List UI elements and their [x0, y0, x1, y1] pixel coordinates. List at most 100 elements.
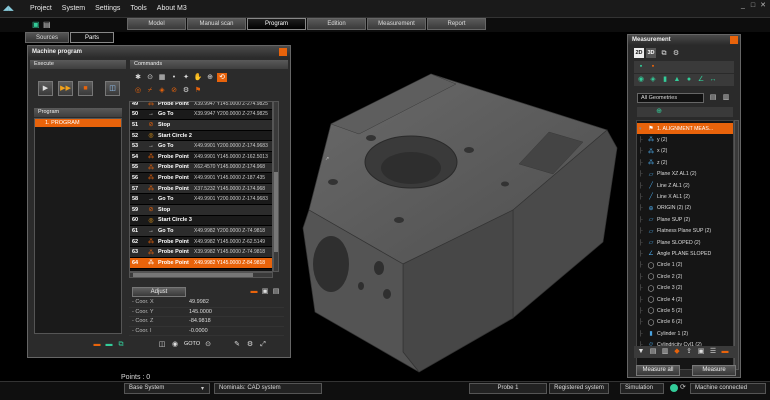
camera-icon[interactable]: ◫ [105, 81, 120, 96]
copy-program-icon[interactable]: ⧉ [116, 340, 126, 349]
sphere-geom-icon[interactable]: ● [684, 75, 694, 84]
command-row[interactable]: 51 ⊘ Stop [130, 120, 272, 131]
command-row[interactable]: 60 ◎ Start Circle 3 [130, 215, 272, 227]
print-icon[interactable]: ▣ [696, 347, 706, 356]
geometry-item[interactable]: ├ ⁂ y (2) [637, 134, 733, 145]
menu-system[interactable]: System [62, 5, 85, 12]
geometry-item[interactable]: ├ ⁂ x (2) [637, 146, 733, 157]
tab-measurement[interactable]: Measurement [367, 18, 426, 30]
edit-icon[interactable]: ✎ [232, 340, 242, 349]
panel-close-icon[interactable] [279, 48, 287, 56]
minimize-button[interactable]: _ [738, 1, 748, 10]
subtab-parts[interactable]: Parts [70, 32, 114, 43]
simulation-select[interactable]: Simulation [620, 383, 664, 394]
measure-all-button[interactable]: Measure all [636, 365, 680, 376]
geometry-item[interactable]: ├ ◯ Circle 5 (2) [637, 305, 733, 316]
target-tool-icon[interactable]: ⊕ [205, 73, 215, 82]
measurement-close-icon[interactable] [730, 36, 738, 44]
menu-settings[interactable]: Settings [95, 5, 120, 12]
delete-icon[interactable]: ▬ [720, 347, 730, 356]
close-button[interactable]: ✕ [758, 1, 768, 10]
distance-geom-icon[interactable]: ↔ [708, 75, 718, 84]
geometry-item[interactable]: ├ ▱ Flatness Plane SUP (2) [637, 226, 733, 237]
command-scrollbar[interactable] [273, 101, 279, 272]
geometry-item[interactable]: ├ ◯ Circle 1 (2) [637, 260, 733, 271]
geometry-item[interactable]: ├ ╱ Line X AL1 (2) [637, 191, 733, 202]
probe-tool-icon[interactable]: ✱ [133, 73, 143, 82]
geometry-item[interactable]: ├ ⊕ ORIGIN (2) (2) [637, 203, 733, 214]
delete-program-icon[interactable]: ▬ [92, 340, 102, 349]
filter-icon[interactable]: ▤ [708, 93, 718, 102]
adjust-button[interactable]: Adjust [132, 287, 186, 297]
tab-program[interactable]: Program [247, 18, 306, 30]
geometry-item[interactable]: ▾ ⚑ 1. ALIGNMENT MEAS... [637, 123, 733, 134]
add-program-icon[interactable]: ▬ [104, 340, 114, 349]
settings-icon[interactable]: ⚙ [671, 49, 681, 58]
menu-about[interactable]: About M3 [157, 5, 187, 12]
program-item[interactable]: 1. PROGRAM [35, 119, 121, 127]
maximize-button[interactable]: □ [748, 1, 758, 10]
circle-cmd-icon[interactable]: ◎ [133, 86, 143, 95]
coord-value[interactable]: 145.0000 [187, 308, 212, 317]
geometry-item[interactable]: ├ ⁂ z (2) [637, 157, 733, 168]
remove-icon[interactable]: ▬ [249, 287, 259, 296]
chevron-down-icon[interactable]: ▾ [201, 385, 209, 393]
coord-value[interactable]: -0.0000 [187, 327, 208, 336]
refresh-icon[interactable]: ⟳ [680, 384, 688, 392]
lock-icon[interactable]: ▤ [43, 20, 52, 29]
geometry-item[interactable]: ├ ▱ Plane XZ AL1 (2) [637, 169, 733, 180]
subtab-sources[interactable]: Sources [25, 32, 69, 43]
goto-target-icon[interactable]: ⊙ [203, 340, 213, 349]
command-row[interactable]: 53 → Go To X49.9901 Y200.0000 Z-174.9683 [130, 141, 272, 152]
camera-small-icon[interactable]: ◫ [157, 340, 167, 349]
command-row[interactable]: 57 ⁂ Probe Point X37.5232 Y145.0000 Z-174.9… [130, 183, 272, 195]
tab-model[interactable]: Model [127, 18, 186, 30]
coord-value[interactable]: 49.9982 [187, 298, 209, 307]
command-row[interactable]: 49 ⁂ Probe Point X39.9947 Y145.0000 Z-274.9… [130, 102, 272, 110]
tab-edition[interactable]: Edition [307, 18, 366, 30]
scan-tool-icon[interactable]: ✦ [181, 73, 191, 82]
line-geom-icon[interactable]: ▪ [648, 62, 658, 71]
command-row[interactable]: 62 ⁂ Probe Point X49.9982 Y145.0000 Z-62.51… [130, 236, 272, 248]
record-icon[interactable]: ◉ [170, 340, 180, 349]
report-icon[interactable]: ▤ [648, 347, 658, 356]
point-tool-icon[interactable]: ⊙ [145, 73, 155, 82]
command-row[interactable]: 52 ◎ Start Circle 2 [130, 130, 272, 142]
cycle-tool-icon[interactable]: ⟲ [217, 73, 227, 82]
geometry-filter-select[interactable]: All Geometries [637, 93, 704, 103]
command-row[interactable]: 59 ⊘ Stop [130, 205, 272, 216]
geometry-item[interactable]: ├ ◯ Circle 6 (2) [637, 317, 733, 328]
plane-geom-icon[interactable]: ◈ [648, 75, 658, 84]
cone-geom-icon[interactable]: ▲ [672, 75, 682, 84]
geometry-item[interactable]: ├ ◯ Circle 3 (2) [637, 283, 733, 294]
geometry-item[interactable]: ├ ╱ Line Z AL1 (2) [637, 180, 733, 191]
menu-tools[interactable]: Tools [130, 5, 146, 12]
export-icon[interactable]: ⇪ [684, 347, 694, 356]
play-button[interactable]: ▶ [38, 81, 53, 96]
chart-icon[interactable]: ▥ [660, 347, 670, 356]
paste-icon[interactable]: ▤ [271, 287, 281, 296]
geometry-item[interactable]: ├ ◯ Circle 2 (2) [637, 271, 733, 282]
scrollbar-thumb[interactable] [274, 172, 278, 252]
command-row[interactable]: 50 → Go To X39.9947 Y200.0000 Z-274.9825 [130, 109, 272, 121]
command-row[interactable]: 58 → Go To X49.9901 Y200.0000 Z-174.9683 [130, 194, 272, 205]
cylinder-geom-icon[interactable]: ▮ [660, 75, 670, 84]
3d-viewport[interactable]: ↗ [291, 32, 627, 380]
stop-cmd-icon[interactable]: ⊘ [169, 86, 179, 95]
line-cmd-icon[interactable]: ⌿ [145, 86, 155, 95]
tab-manual-scan[interactable]: Manual scan [187, 18, 246, 30]
add-geometry-icon[interactable]: ⊕ [654, 107, 664, 116]
tab-report[interactable]: Report [427, 18, 486, 30]
command-hscrollbar[interactable] [129, 272, 273, 278]
geometry-item[interactable]: ├ ∠ Angle PLANE SLOPED [637, 248, 733, 259]
copy-icon[interactable]: ⧉ [659, 49, 669, 58]
stop-button[interactable]: ■ [78, 81, 93, 96]
flag-icon[interactable]: ⚑ [193, 86, 203, 95]
hscrollbar-thumb[interactable] [133, 273, 253, 277]
coord-value[interactable]: -84.9818 [187, 317, 211, 326]
menu-project[interactable]: Project [30, 5, 52, 12]
command-row[interactable]: 55 ⁂ Probe Point X62.4570 Y145.0000 Z-174.9… [130, 162, 272, 174]
geometry-item[interactable]: ├ ▮ Cylinder 1 (2) [637, 328, 733, 339]
geometry-item[interactable]: ├ ◯ Circle 4 (2) [637, 294, 733, 305]
geometry-scrollbar[interactable] [734, 120, 739, 370]
